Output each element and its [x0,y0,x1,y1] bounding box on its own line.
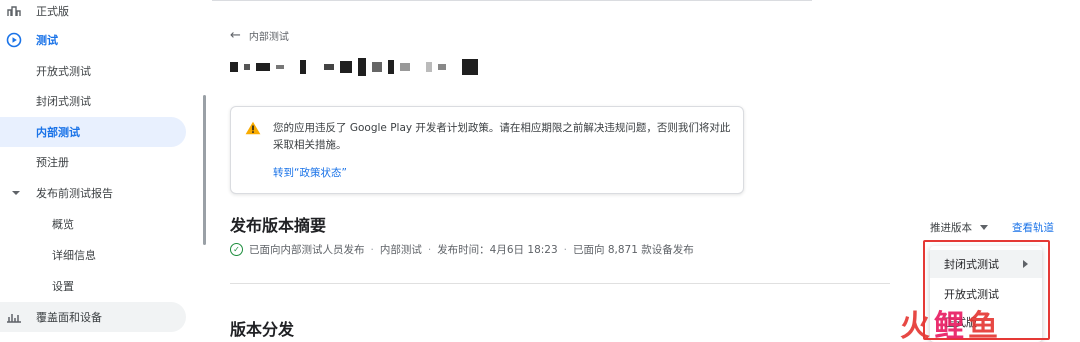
sidebar-item-label: 封闭式测试 [36,95,91,108]
separator-dot: · [370,243,374,256]
back-link-label: 内部测试 [248,32,289,43]
watermark-char: 鲤 [934,309,964,342]
release-status-line: ✓ 已面向内部测试人员发布 · 内部测试 · 发布时间：4月6日 18:23 ·… [230,242,694,257]
release-track: 内部测试 [379,244,422,256]
sidebar-item-details[interactable]: 详细信息 [0,240,186,270]
release-status: 已面向内部测试人员发布 [249,244,365,256]
release-publish-time: 发布时间：4月6日 18:23 [437,244,558,256]
sidebar-item-label: 正式版 [36,5,69,18]
sidebar-scrollbar[interactable] [203,95,206,245]
sidebar-item-open-testing[interactable]: 开放式测试 [0,56,186,86]
sidebar-item-reach-devices[interactable]: 覆盖面和设备 [0,302,186,332]
watermark-logo: 火 鲤 鱼 [900,304,1070,342]
sidebar-item-overview[interactable]: 概览 [0,209,186,239]
redacted-app-title [230,56,478,78]
sidebar-item-pre-launch-report[interactable]: 发布前测试报告 [0,178,186,208]
sidebar: 正式版 测试 开放式测试 封闭式测试 内部测试 预注册 发布前测试报告 概览 详… [0,0,200,342]
sidebar-item-internal-testing[interactable]: 内部测试 [0,117,186,147]
watermark-char: 鱼 [968,309,998,342]
sidebar-item-label: 开放式测试 [36,65,91,78]
sidebar-item-label: 详细信息 [52,249,96,262]
bar-chart-icon [6,309,22,325]
sidebar-item-testing[interactable]: 测试 [0,25,186,55]
sidebar-item-settings[interactable]: 设置 [0,271,186,301]
sidebar-item-closed-testing[interactable]: 封闭式测试 [0,86,186,116]
separator-dot: · [563,243,567,256]
release-devices: 已面向 8,871 款设备发布 [573,244,694,256]
chevron-down-icon [8,185,24,201]
back-link[interactable]: ← 内部测试 [230,28,289,43]
distribution-title: 版本分发 [230,320,295,339]
separator-dot: · [427,243,432,256]
release-summary-title: 发布版本摘要 [230,216,327,235]
promote-release-button[interactable]: 推进版本 [930,220,988,235]
view-track-button[interactable]: 查看轨道 [1012,220,1054,235]
sidebar-item-label: 设置 [52,280,74,293]
warning-message: 您的应用违反了 Google Play 开发者计划政策。请在相应期限之前解决违规… [273,122,731,151]
caret-down-icon [980,225,988,230]
sidebar-item-label: 测试 [36,34,58,47]
promote-release-label: 推进版本 [930,222,972,234]
policy-status-link[interactable]: 转到“政策状态” [273,165,347,180]
sidebar-item-pre-registration[interactable]: 预注册 [0,147,186,177]
sidebar-item-label: 预注册 [36,156,69,169]
top-divider [212,0,812,1]
sidebar-item-release[interactable]: 正式版 [0,0,186,26]
sidebar-item-label: 发布前测试报告 [36,187,113,200]
check-circle-icon: ✓ [230,243,243,256]
section-divider [230,283,890,284]
sidebar-item-label: 覆盖面和设备 [36,311,102,324]
play-circle-icon [6,32,22,48]
sidebar-item-label: 概览 [52,218,74,231]
watermark-char: 火 [900,309,930,342]
policy-warning-card: 您的应用违反了 Google Play 开发者计划政策。请在相应期限之前解决违规… [230,106,744,194]
arrow-left-icon: ← [230,28,241,43]
release-icon [6,3,22,19]
sidebar-item-label: 内部测试 [36,126,80,139]
warning-icon [245,121,261,135]
